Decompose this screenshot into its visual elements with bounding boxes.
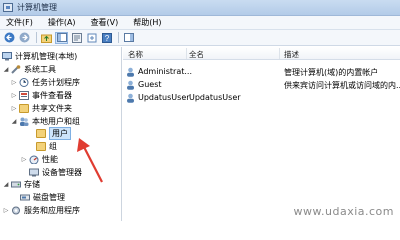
menu-help[interactable]: 帮助(H) <box>133 17 161 28</box>
tree-item-disk-management[interactable]: 磁盘管理 <box>20 191 65 203</box>
tree-label: 设备管理器 <box>42 167 82 177</box>
action-pane-icon <box>123 33 134 42</box>
help-button[interactable]: ? <box>100 32 113 44</box>
toolbar: ? <box>0 30 400 46</box>
column-divider[interactable] <box>279 48 280 59</box>
help-icon: ? <box>101 32 112 43</box>
tree-item-device-manager[interactable]: 设备管理器 <box>29 166 82 178</box>
tree-label: 磁盘管理 <box>33 192 65 202</box>
list-row-administrator[interactable]: Administrat... 管理计算机(域)的内置帐户 <box>123 65 400 78</box>
export-icon <box>87 33 96 42</box>
tree-item-users[interactable]: 用户 <box>36 126 71 140</box>
tree-item-local-users-and-groups[interactable]: ◢ 本地用户和组 <box>10 115 80 127</box>
tree-item-services-and-applications[interactable]: ▷ 服务和应用程序 <box>2 204 80 216</box>
tree-label: 系统工具 <box>24 64 56 74</box>
user-icon <box>126 93 135 103</box>
collapse-icon[interactable]: ◢ <box>2 180 10 188</box>
user-name: Guest <box>138 80 162 89</box>
device-icon <box>29 168 39 177</box>
tree-label: 存储 <box>24 179 40 189</box>
properties-button[interactable] <box>70 32 83 44</box>
computer-icon <box>2 51 12 61</box>
event-icon <box>19 90 29 100</box>
tree-label: 组 <box>49 141 57 151</box>
tree-label: 本地用户和组 <box>32 116 80 126</box>
back-arrow-icon <box>4 32 15 43</box>
console-tree-icon <box>56 33 67 42</box>
svg-text:?: ? <box>104 34 109 43</box>
column-divider[interactable] <box>186 48 187 59</box>
toolbar-separator <box>36 32 37 43</box>
user-fullname: UpdatusUser <box>189 93 241 102</box>
expand-icon[interactable]: ▷ <box>10 104 18 112</box>
export-list-button[interactable] <box>85 32 98 44</box>
user-icon <box>126 67 135 77</box>
tree-item-computer-management[interactable]: 计算机管理(本地) <box>2 50 77 62</box>
window-title: 计算机管理 <box>17 3 57 12</box>
forward-button[interactable] <box>18 32 31 44</box>
computer-management-icon <box>3 3 13 12</box>
folder-up-icon <box>41 34 52 43</box>
user-name: Administrat... <box>138 67 192 76</box>
properties-icon <box>71 32 82 43</box>
details-list: 名称 全名 描述 Administrat... 管理计算机(域)的内置帐户 Gu… <box>123 47 400 221</box>
tools-icon <box>11 64 21 74</box>
tree-label: 共享文件夹 <box>32 103 72 113</box>
user-icon <box>126 80 135 90</box>
toolbar-separator <box>118 32 119 43</box>
show-action-pane-button[interactable] <box>122 32 135 44</box>
watermark: www.udaxia.com <box>293 205 394 218</box>
user-name: UpdatusUser <box>138 93 190 102</box>
tree-label: 计算机管理(本地) <box>15 51 78 61</box>
menu-action[interactable]: 操作(A) <box>48 17 76 28</box>
expand-icon[interactable]: ▷ <box>2 206 10 214</box>
folder-icon <box>36 141 46 151</box>
console-tree: 计算机管理(本地) ◢ 系统工具 ▷ 任务计划程序 ▷ 事件查看器 ▷ 共享文件… <box>0 47 122 221</box>
menu-file[interactable]: 文件(F) <box>6 17 33 28</box>
title-bar: 计算机管理 <box>0 0 400 16</box>
column-headers: 名称 全名 描述 <box>123 47 400 60</box>
list-row-guest[interactable]: Guest 供来宾访问计算机或访问域的内... <box>123 78 400 91</box>
tree-item-event-viewer[interactable]: ▷ 事件查看器 <box>10 89 72 101</box>
tree-item-groups[interactable]: 组 <box>36 140 57 152</box>
storage-icon <box>11 180 21 189</box>
back-button[interactable] <box>3 32 16 44</box>
tree-item-storage[interactable]: ◢ 存储 <box>2 178 40 190</box>
list-row-updatususer[interactable]: UpdatusUser UpdatusUser <box>123 91 400 104</box>
expand-icon[interactable]: ▷ <box>20 155 28 163</box>
menu-bar: 文件(F) 操作(A) 查看(V) 帮助(H) <box>0 16 400 30</box>
disk-icon <box>20 193 30 202</box>
tree-label: 事件查看器 <box>32 90 72 100</box>
clock-icon <box>19 77 29 87</box>
menu-view[interactable]: 查看(V) <box>91 17 119 28</box>
expand-icon[interactable]: ▷ <box>10 91 18 99</box>
tree-item-system-tools[interactable]: ◢ 系统工具 <box>2 63 56 75</box>
collapse-icon[interactable]: ◢ <box>2 65 10 73</box>
performance-icon <box>29 155 39 164</box>
tree-item-shared-folders[interactable]: ▷ 共享文件夹 <box>10 102 72 114</box>
tree-label: 任务计划程序 <box>32 77 80 87</box>
tree-item-performance[interactable]: ▷ 性能 <box>20 153 58 165</box>
column-header-fullname[interactable]: 全名 <box>189 49 204 60</box>
column-header-name[interactable]: 名称 <box>128 49 143 60</box>
user-description: 供来宾访问计算机或访问域的内... <box>284 81 400 90</box>
expand-icon[interactable]: ▷ <box>10 78 18 86</box>
forward-arrow-icon <box>19 32 30 43</box>
folder-icon <box>36 128 46 138</box>
users-icon <box>19 117 29 126</box>
tree-label: 性能 <box>42 154 58 164</box>
tree-label: 服务和应用程序 <box>24 205 80 215</box>
up-level-button[interactable] <box>40 32 53 44</box>
tree-item-task-scheduler[interactable]: ▷ 任务计划程序 <box>10 76 80 88</box>
shared-folder-icon <box>19 103 29 113</box>
column-header-description[interactable]: 描述 <box>284 49 299 60</box>
user-description: 管理计算机(域)的内置帐户 <box>284 68 379 77</box>
show-console-tree-button[interactable] <box>55 31 68 44</box>
services-icon <box>11 206 21 215</box>
collapse-icon[interactable]: ◢ <box>10 117 18 125</box>
tree-label: 用户 <box>49 126 71 140</box>
